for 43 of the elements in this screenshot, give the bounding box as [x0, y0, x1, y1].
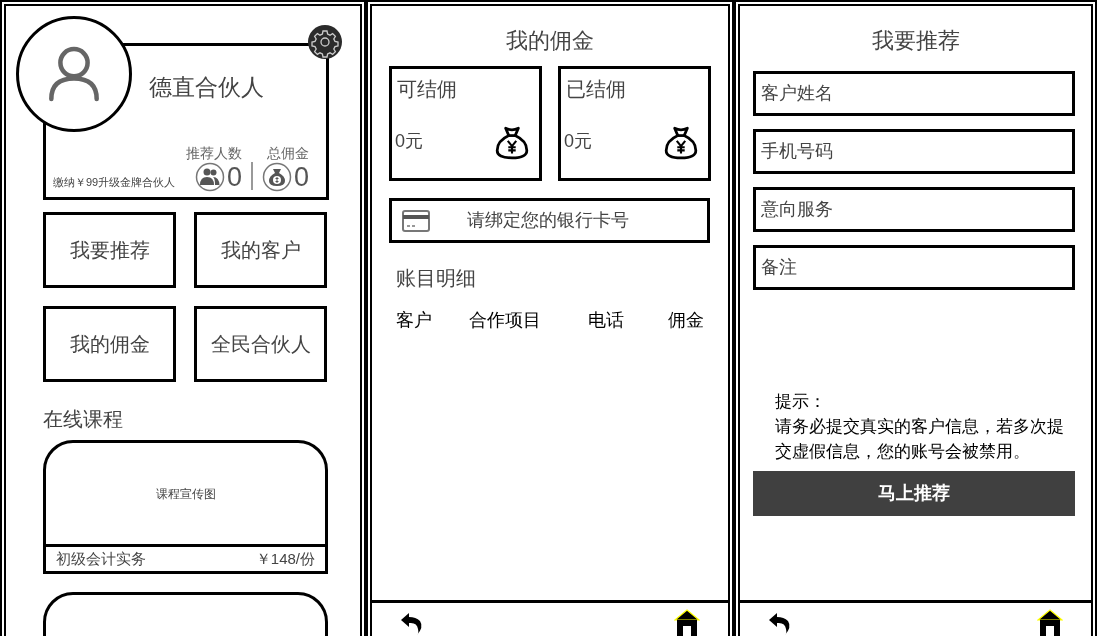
bind-card-button[interactable]: 请绑定您的银行卡号 — [389, 198, 710, 243]
input-field[interactable]: 客户姓名 — [753, 71, 1075, 116]
course-title: 初级会计实务 — [56, 548, 146, 569]
page-title: 我要推荐 — [871, 27, 960, 55]
section-title: 在线课程 — [43, 407, 123, 432]
balance-amount: 0元 — [395, 130, 423, 153]
stat-label: 推荐人数 — [186, 144, 242, 162]
tip-text: 提示： 请务必提交真实的客户信息，若多次提交虚假信息，您的账号会被禁用。 — [775, 391, 1065, 463]
balance-label: 可结佣 — [397, 77, 457, 102]
stat-value: 0 — [294, 162, 310, 192]
section-title: 账目明细 — [396, 266, 476, 291]
settings-icon[interactable] — [308, 25, 342, 59]
column-header: 客户 — [396, 310, 432, 330]
back-icon[interactable] — [768, 611, 792, 635]
column-header: 佣金 — [668, 310, 705, 330]
page-title: 我的佣金 — [506, 27, 594, 55]
input-field[interactable]: 备注 — [753, 245, 1075, 290]
input-field[interactable]: 手机号码 — [753, 129, 1075, 174]
card-icon — [402, 209, 430, 232]
money-bag-icon — [663, 125, 699, 161]
user-name: 德直合伙人 — [149, 73, 264, 102]
menu-button[interactable]: 我的客户 — [194, 212, 327, 288]
upgrade-note: 缴纳￥99升级金牌合伙人 — [53, 175, 176, 190]
menu-button[interactable]: 我的佣金 — [43, 306, 176, 382]
input-field[interactable]: 意向服务 — [753, 187, 1075, 232]
balance-amount: 0元 — [564, 130, 592, 153]
stat-value: 0 — [226, 162, 242, 192]
column-header: 合作项目 — [468, 310, 541, 330]
column-header: 电话 — [588, 310, 625, 330]
image-placeholder: 课程宣传图 — [154, 485, 217, 503]
money-bag-icon — [262, 162, 292, 192]
course-price: ￥148/份 — [255, 548, 315, 569]
home-icon[interactable] — [1037, 609, 1063, 636]
people-icon — [194, 162, 225, 192]
stat-label: 总佣金 — [267, 144, 310, 162]
menu-button[interactable]: 全民合伙人 — [194, 306, 327, 382]
home-icon[interactable] — [674, 609, 700, 636]
money-bag-icon — [494, 125, 530, 161]
back-icon[interactable] — [400, 611, 424, 635]
menu-button[interactable]: 我要推荐 — [43, 212, 176, 288]
submit-button[interactable]: 马上推荐 — [753, 471, 1075, 516]
course-card[interactable]: 课程宣传图 初级会计实务 ￥148/份 — [43, 440, 328, 574]
balance-label: 已结佣 — [566, 77, 626, 102]
